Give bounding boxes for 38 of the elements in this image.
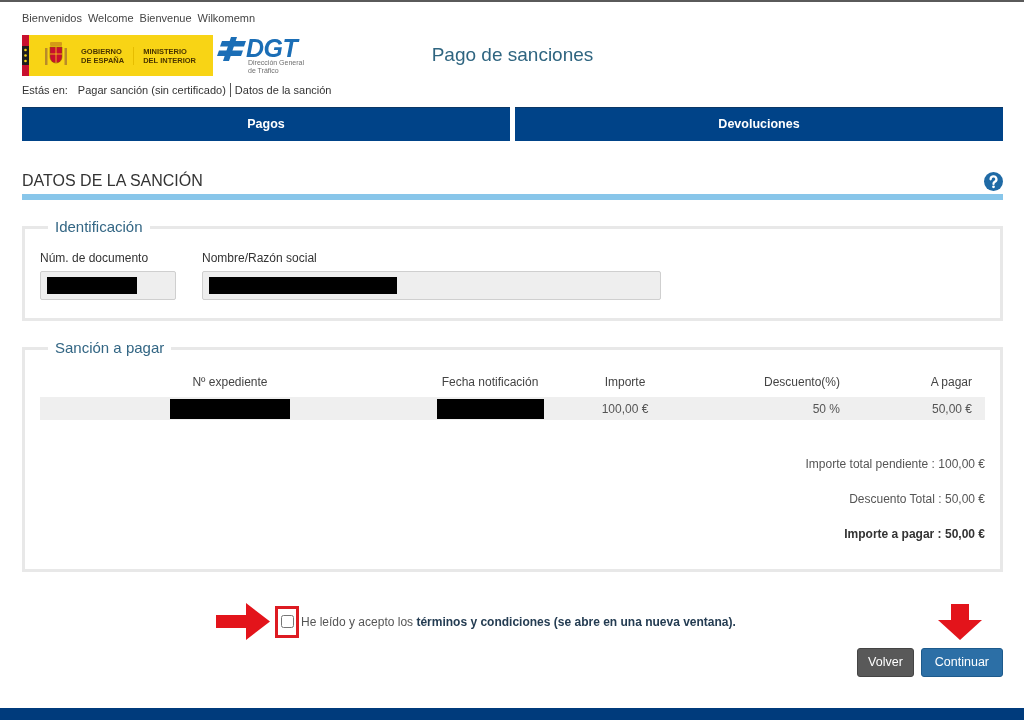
language-link[interactable]: Welcome (87, 11, 134, 25)
language-link[interactable]: Bienvenidos (22, 11, 82, 25)
back-button[interactable]: Volver (857, 648, 914, 677)
help-icon[interactable] (984, 171, 1003, 191)
logo-text: DGT (246, 37, 300, 59)
total-text: Importe total pendiente : 100,00 € (805, 456, 985, 472)
table-cell: 50,00 € (931, 401, 972, 416)
section-title: DATOS DE LA SANCIÓN (22, 171, 203, 191)
page-title: Pago de sanciones (431, 44, 594, 67)
language-link[interactable]: Wilkomemn (197, 11, 256, 25)
input-field[interactable] (40, 271, 176, 300)
column-header: Descuento(%) (763, 375, 840, 389)
column-header: Nº expediente (192, 375, 268, 389)
total-text: Descuento Total : 50,00 € (849, 491, 985, 507)
total-text: Importe a pagar : 50,00 € (844, 526, 985, 542)
breadcrumb-link[interactable]: Datos de la sanción (234, 83, 332, 97)
table-cell: 100,00 € (601, 401, 649, 416)
column-header: Importe (604, 375, 646, 389)
section-legend: Sanción a pagar (48, 340, 172, 356)
column-header: Fecha notificación (441, 375, 539, 389)
input-field[interactable] (202, 271, 661, 300)
language-link[interactable]: Bienvenue (139, 11, 192, 25)
nav-button[interactable]: Devoluciones (515, 107, 1003, 141)
logo-mark-icon (216, 37, 246, 61)
breadcrumb-label: Estás en: (22, 83, 68, 97)
table-cell: 50 % (812, 401, 840, 416)
breadcrumb-link[interactable]: Pagar sanción (sin certificado) (77, 83, 226, 97)
terms-text: He leído y acepto los términos y condiciones (se abre en una nueva ventana). (301, 613, 736, 631)
field-label: Nombre/Razón social (202, 250, 318, 266)
terms-checkbox[interactable] (280, 615, 294, 628)
column-header: A pagar (930, 375, 972, 389)
field-label: Núm. de documento (40, 250, 150, 266)
section-legend: Identificación (48, 219, 150, 235)
right-arrow-icon (216, 603, 270, 640)
terms-link[interactable]: términos y condiciones (se abre en una nueva ventana). (416, 614, 736, 629)
down-arrow-icon (938, 603, 982, 640)
nav-button[interactable]: Pagos (22, 107, 510, 141)
continue-button[interactable]: Continuar (920, 648, 1003, 677)
